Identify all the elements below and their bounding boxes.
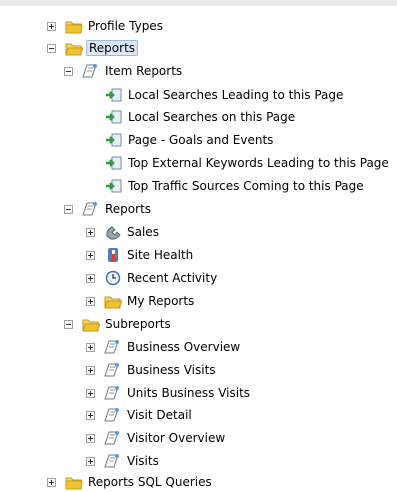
folder-icon [104, 293, 122, 309]
tree-node-reports-sub[interactable]: Reports [64, 199, 153, 219]
tree-node-local-searches-on[interactable]: Local Searches on this Page [105, 107, 297, 127]
tree-node-top-traffic-sources[interactable]: Top Traffic Sources Coming to this Page [105, 176, 366, 196]
tree-node-label: Business Visits [127, 363, 216, 377]
tree-node-units-business-visits[interactable]: Units Business Visits [86, 383, 252, 403]
report-scroll-icon [104, 430, 122, 446]
tree-node-reports-sql-queries[interactable]: Reports SQL Queries [47, 472, 214, 492]
telephone-icon [104, 224, 122, 240]
tree-node-profile-types[interactable]: Profile Types [47, 16, 165, 36]
tree-node-visits[interactable]: Visits [86, 451, 161, 471]
tree-node-label: Site Health [127, 248, 194, 262]
tree-node-label: Local Searches Leading to this Page [128, 88, 344, 102]
tree-node-label: My Reports [127, 294, 195, 308]
expand-plus-icon[interactable] [86, 250, 95, 260]
collapse-minus-icon[interactable] [47, 43, 56, 53]
tree-node-label: Visits [127, 454, 159, 468]
expand-plus-icon[interactable] [47, 477, 56, 487]
tree-node-label: Visitor Overview [127, 431, 226, 445]
expand-plus-icon[interactable] [86, 433, 95, 443]
tree-node-page-goals[interactable]: Page - Goals and Events [105, 130, 275, 150]
collapse-minus-icon[interactable] [64, 66, 73, 76]
tree-node-business-visits[interactable]: Business Visits [86, 360, 218, 380]
tree-node-label: Subreports [105, 317, 171, 331]
report-scroll-icon [104, 362, 122, 378]
report-scroll-icon [82, 63, 100, 79]
folder-open-icon [65, 40, 83, 56]
report-scroll-icon [104, 385, 122, 401]
report-scroll-icon [104, 339, 122, 355]
expand-plus-icon[interactable] [86, 456, 95, 466]
tree-node-label: Page - Goals and Events [128, 133, 274, 147]
thermometer-icon [104, 247, 122, 263]
report-link-icon [105, 178, 123, 194]
expand-plus-icon[interactable] [86, 273, 95, 283]
tree-node-label: Local Searches on this Page [128, 110, 296, 124]
folder-icon [65, 18, 83, 34]
tree-node-label: Visit Detail [127, 408, 192, 422]
report-tree: Profile Types Reports Item Reports Local… [0, 0, 397, 489]
clock-icon [104, 270, 122, 286]
report-scroll-icon [104, 453, 122, 469]
tree-node-label: Reports [105, 202, 152, 216]
tree-node-label: Top Traffic Sources Coming to this Page [128, 179, 364, 193]
report-scroll-icon [82, 201, 100, 217]
tree-node-label: Profile Types [88, 19, 163, 33]
tree-node-label: Top External Keywords Leading to this Pa… [128, 156, 389, 170]
report-link-icon [105, 109, 123, 125]
report-link-icon [105, 155, 123, 171]
expand-plus-icon[interactable] [86, 365, 95, 375]
tree-node-label: Business Overview [127, 340, 241, 354]
tree-node-site-health[interactable]: Site Health [86, 245, 195, 265]
tree-node-label: Units Business Visits [127, 386, 251, 400]
folder-open-icon [82, 316, 100, 332]
tree-node-my-reports[interactable]: My Reports [86, 291, 196, 311]
tree-node-item-reports[interactable]: Item Reports [64, 61, 184, 81]
tree-node-subreports[interactable]: Subreports [64, 314, 173, 334]
tree-node-label: Recent Activity [127, 271, 218, 285]
tree-node-visit-detail[interactable]: Visit Detail [86, 405, 194, 425]
tree-node-local-searches-leading[interactable]: Local Searches Leading to this Page [105, 85, 345, 105]
expand-plus-icon[interactable] [86, 342, 95, 352]
expand-plus-icon[interactable] [47, 21, 56, 31]
report-link-icon [105, 87, 123, 103]
tree-node-reports[interactable]: Reports [47, 38, 139, 58]
tree-node-sales[interactable]: Sales [86, 222, 161, 242]
tree-node-visitor-overview[interactable]: Visitor Overview [86, 428, 227, 448]
tree-node-label: Item Reports [105, 64, 183, 78]
expand-plus-icon[interactable] [86, 227, 95, 237]
collapse-minus-icon[interactable] [64, 204, 73, 214]
expand-plus-icon[interactable] [86, 410, 95, 420]
report-link-icon [105, 132, 123, 148]
tree-node-recent-activity[interactable]: Recent Activity [86, 268, 219, 288]
tree-node-label: Reports [86, 40, 139, 56]
expand-plus-icon[interactable] [86, 296, 95, 306]
collapse-minus-icon[interactable] [64, 319, 73, 329]
expand-plus-icon[interactable] [86, 388, 95, 398]
tree-node-label: Sales [127, 225, 159, 239]
tree-node-top-external-keywords[interactable]: Top External Keywords Leading to this Pa… [105, 153, 391, 173]
tree-node-business-overview[interactable]: Business Overview [86, 337, 242, 357]
report-scroll-icon [104, 407, 122, 423]
